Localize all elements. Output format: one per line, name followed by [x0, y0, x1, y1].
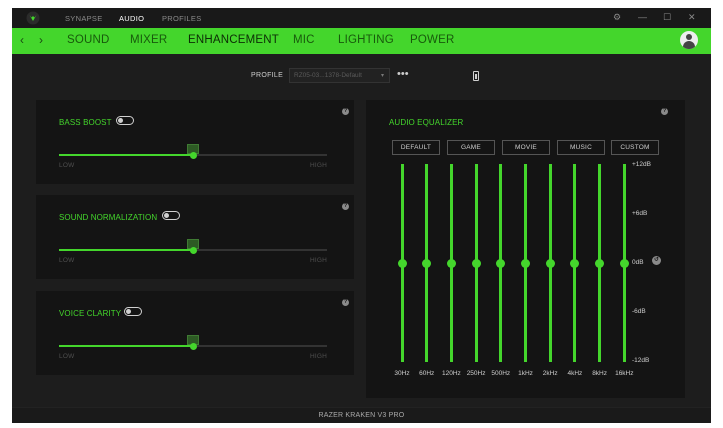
eq-band-thumb[interactable] [619, 258, 629, 268]
profile-more-button[interactable]: ••• [397, 68, 409, 80]
user-avatar-icon[interactable] [680, 31, 698, 49]
enhancement-title: SOUND NORMALIZATION [59, 213, 158, 222]
eq-reset-icon[interactable]: ↺ [652, 256, 661, 265]
enhancement-title: BASS BOOST [59, 118, 112, 127]
device-name: RAZER KRAKEN V3 PRO [318, 412, 405, 419]
back-arrow-icon[interactable]: ‹ [20, 33, 24, 47]
top-tab-profiles[interactable]: PROFILES [162, 14, 202, 23]
tab-enhancement[interactable]: ENHANCEMENT [188, 34, 279, 46]
slider-thumb[interactable] [189, 246, 197, 254]
tab-sound[interactable]: SOUND [67, 34, 110, 46]
minimize-button[interactable]: — [638, 12, 647, 22]
sound-normalization-toggle[interactable] [162, 211, 180, 220]
profile-dropdown[interactable]: RZ05-03...1378-Default ▾ [289, 68, 390, 83]
maximize-button[interactable]: ☐ [663, 12, 671, 23]
eq-band-thumb[interactable] [595, 258, 605, 268]
audio-nav-bar: ‹ › SOUND MIXER ENHANCEMENT MIC LIGHTING… [12, 28, 711, 54]
help-icon[interactable]: ? [342, 299, 349, 306]
tab-mixer[interactable]: MIXER [130, 34, 167, 46]
slider-fill [59, 345, 193, 347]
eq-freq-label: 16kHz [615, 370, 634, 377]
low-label: LOW [59, 162, 75, 169]
razer-logo-icon [26, 11, 40, 25]
bass-boost-toggle[interactable] [116, 116, 134, 125]
preset-game-button[interactable]: GAME [447, 140, 495, 155]
help-icon[interactable]: ? [342, 108, 349, 115]
eq-band-thumb[interactable] [521, 258, 530, 268]
high-label: HIGH [310, 353, 328, 360]
db-label: -6dB [632, 308, 646, 315]
slider-fill [59, 154, 193, 156]
eq-band-slider-250hz[interactable] [466, 164, 486, 364]
sound-normalization-panel: SOUND NORMALIZATION ? LOW HIGH [36, 195, 354, 279]
db-label: -12dB [632, 357, 650, 364]
bass-boost-panel: BASS BOOST ? LOW HIGH [36, 100, 354, 184]
high-label: HIGH [310, 162, 328, 169]
eq-band-slider-60hz[interactable] [417, 164, 437, 364]
preset-music-button[interactable]: MUSIC [557, 140, 605, 155]
tab-lighting[interactable]: LIGHTING [338, 34, 394, 46]
eq-band-slider-2khz[interactable] [540, 164, 560, 364]
battery-icon [473, 71, 479, 81]
help-icon[interactable]: ? [342, 203, 349, 210]
preset-custom-button[interactable]: CUSTOM [611, 140, 659, 155]
eq-band-slider-1khz[interactable] [516, 164, 536, 364]
voice-clarity-slider[interactable] [59, 342, 327, 350]
close-button[interactable]: ✕ [688, 12, 696, 23]
audio-equalizer-panel: AUDIO EQUALIZER ? DEFAULT GAME MOVIE MUS… [366, 100, 685, 398]
slider-fill [59, 249, 193, 251]
low-label: LOW [59, 257, 75, 264]
title-bar: SYNAPSE AUDIO PROFILES ⚙ — ☐ ✕ [12, 8, 711, 28]
top-tab-audio[interactable]: AUDIO [119, 14, 144, 23]
eq-band-thumb[interactable] [422, 258, 432, 268]
help-icon[interactable]: ? [661, 108, 668, 115]
enhancement-title: VOICE CLARITY [59, 309, 122, 318]
eq-band-thumb[interactable] [496, 258, 506, 268]
slider-thumb[interactable] [189, 151, 197, 159]
eq-band-thumb[interactable] [397, 258, 407, 268]
eq-band-thumb[interactable] [471, 258, 481, 268]
tab-power[interactable]: POWER [410, 34, 454, 46]
low-label: LOW [59, 353, 75, 360]
tab-mic[interactable]: MIC [293, 34, 315, 46]
eq-band-slider-30hz[interactable] [392, 164, 412, 364]
profile-label: PROFILE [251, 72, 284, 79]
eq-band-slider-120hz[interactable] [441, 164, 461, 364]
eq-band-thumb[interactable] [545, 258, 555, 268]
voice-clarity-toggle[interactable] [124, 307, 142, 316]
chevron-down-icon: ▾ [380, 73, 384, 79]
voice-clarity-panel: VOICE CLARITY ? LOW HIGH [36, 291, 354, 375]
bass-boost-slider[interactable] [59, 151, 327, 159]
device-footer: RAZER KRAKEN V3 PRO [12, 407, 711, 423]
high-label: HIGH [310, 257, 328, 264]
synapse-window: SYNAPSE AUDIO PROFILES ⚙ — ☐ ✕ ‹ › SOUND… [12, 8, 711, 423]
slider-thumb[interactable] [189, 342, 197, 350]
eq-band-slider-4khz[interactable] [565, 164, 585, 364]
db-label: 0dB [632, 259, 644, 266]
equalizer-title: AUDIO EQUALIZER [389, 118, 464, 127]
eq-band-slider-500hz[interactable] [491, 164, 511, 364]
sound-normalization-slider[interactable] [59, 246, 327, 254]
preset-movie-button[interactable]: MOVIE [502, 140, 550, 155]
eq-band-thumb[interactable] [446, 258, 456, 268]
profile-selected-value: RZ05-03...1378-Default [294, 72, 362, 79]
db-label: +12dB [632, 161, 651, 168]
forward-arrow-icon[interactable]: › [39, 33, 43, 47]
settings-gear-icon[interactable]: ⚙ [613, 12, 621, 23]
top-tab-synapse[interactable]: SYNAPSE [65, 14, 103, 23]
eq-band-slider-8khz[interactable] [590, 164, 610, 364]
preset-default-button[interactable]: DEFAULT [392, 140, 440, 155]
eq-band-thumb[interactable] [570, 258, 580, 268]
db-label: +6dB [632, 210, 648, 217]
